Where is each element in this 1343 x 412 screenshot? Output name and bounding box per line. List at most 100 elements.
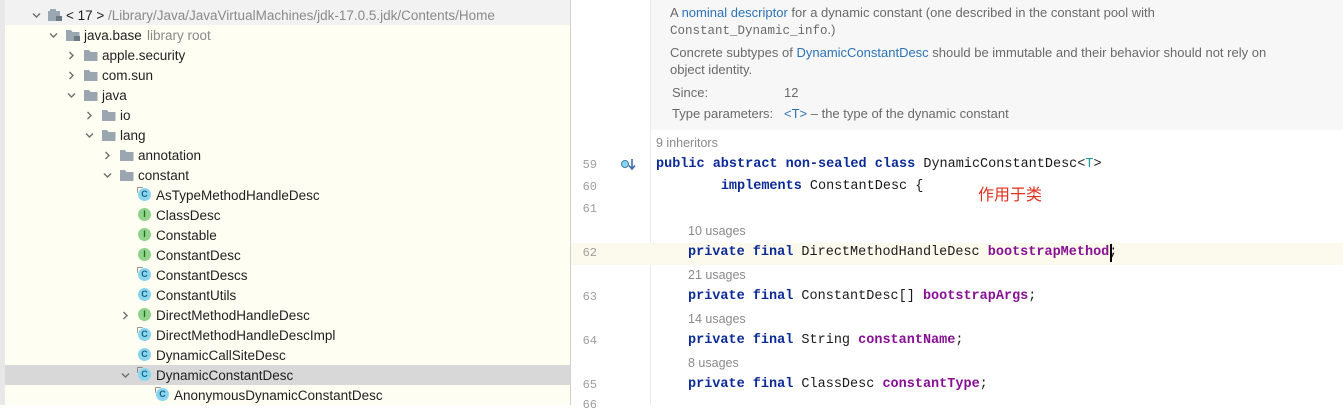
javadoc-line: Concrete subtypes of DynamicConstantDesc… — [670, 45, 1266, 60]
handwritten-annotation: 作用于类 — [978, 187, 1043, 204]
tree-item-class[interactable]: C AsTypeMethodHandleDesc — [5, 185, 570, 205]
tree-item-package[interactable]: apple.security — [5, 45, 570, 65]
tree-item-label: lang — [120, 127, 146, 143]
line-number: 63 — [582, 290, 597, 304]
tree-item-class[interactable]: C DynamicCallSiteDesc — [5, 345, 570, 365]
code-punct: ; — [979, 377, 988, 392]
code-type: ClassDesc — [793, 377, 883, 392]
code-line-64[interactable]: private final String constantName; — [688, 333, 963, 348]
code-type: String — [793, 333, 859, 348]
tree-item-class[interactable]: C ConstantDescs — [5, 265, 570, 285]
usages-hint[interactable]: 21 usages — [688, 268, 746, 282]
tree-item-label: java — [102, 87, 127, 103]
tree-item-java-base[interactable]: java.base library root — [5, 25, 570, 45]
chevron-right-icon[interactable] — [67, 51, 76, 60]
doc-link[interactable]: DynamicConstantDesc — [796, 45, 928, 60]
tree-item-interface[interactable]: I Constable — [5, 225, 570, 245]
code-punct: > — [1093, 157, 1102, 172]
doc-link[interactable]: nominal descriptor — [682, 5, 788, 20]
tree-item-package[interactable]: constant — [5, 165, 570, 185]
code-field: constantName — [858, 333, 956, 348]
tree-item-package[interactable]: com.sun — [5, 65, 570, 85]
tree-item-package[interactable]: io — [5, 105, 570, 125]
tree-item-label: Constable — [156, 227, 217, 243]
usages-hint[interactable]: 10 usages — [688, 224, 746, 238]
tree-item-package[interactable]: java — [5, 85, 570, 105]
chevron-down-icon[interactable] — [85, 131, 94, 140]
code-line-62[interactable]: private final DirectMethodHandleDesc boo… — [688, 245, 1117, 260]
line-number: 65 — [582, 378, 597, 392]
module-label: java.base — [84, 27, 142, 43]
code-line-65[interactable]: private final ClassDesc constantType; — [688, 377, 988, 392]
tree-item-label: AsTypeMethodHandleDesc — [156, 187, 320, 203]
tree-item-interface[interactable]: I DirectMethodHandleDesc — [5, 305, 570, 325]
usages-hint[interactable]: 14 usages — [688, 312, 746, 326]
chevron-down-icon[interactable] — [121, 371, 130, 380]
chevron-right-icon[interactable] — [103, 151, 112, 160]
code-line-63[interactable]: private final ConstantDesc[] bootstrapAr… — [688, 289, 1036, 304]
implementations-gutter-icon[interactable] — [620, 157, 638, 173]
chevron-right-icon[interactable] — [121, 311, 130, 320]
code-keyword: implements — [720, 179, 802, 194]
sdk-label: < 17 > — [66, 7, 105, 23]
tree-item-interface[interactable]: I ConstantDesc — [5, 245, 570, 265]
chevron-right-icon[interactable] — [85, 111, 94, 120]
module-hint: library root — [147, 27, 211, 43]
usages-hint[interactable]: 8 usages — [688, 356, 739, 370]
code-keyword: private final — [688, 289, 794, 304]
doc-type-params-label: Type parameters: — [672, 106, 774, 121]
chevron-down-icon[interactable] — [67, 91, 76, 100]
code-keyword: private final — [688, 377, 794, 392]
chevron-down-icon[interactable] — [103, 171, 112, 180]
chevron-down-icon[interactable] — [32, 11, 41, 20]
package-folder-icon — [83, 48, 99, 62]
tree-item-label: ConstantDescs — [156, 267, 248, 283]
tree-item-label: annotation — [138, 147, 202, 163]
code-identifier: ConstantDesc { — [801, 179, 924, 194]
tree-item-label: ClassDesc — [156, 207, 221, 223]
line-number: 66 — [582, 398, 597, 412]
package-folder-icon — [101, 108, 117, 122]
doc-since-value: 12 — [784, 85, 799, 100]
doc-text: .) — [827, 22, 836, 37]
doc-since-label: Since: — [672, 85, 709, 100]
code-punct: ; — [955, 333, 964, 348]
tree-item-class[interactable]: C ConstantUtils — [5, 285, 570, 305]
sdk-library-icon — [47, 8, 63, 22]
chevron-right-icon[interactable] — [67, 71, 76, 80]
code-punct: ; — [1028, 289, 1037, 304]
code-keyword: private final — [688, 245, 794, 260]
class-icon: C — [138, 348, 151, 361]
interface-icon: I — [138, 208, 151, 221]
tree-item-package[interactable]: annotation — [5, 145, 570, 165]
line-number: 61 — [582, 202, 597, 216]
code-line-60[interactable]: implements ConstantDesc { — [656, 179, 924, 194]
doc-text: should be immutable and their behavior s… — [928, 45, 1267, 60]
abstract-class-icon: C — [137, 187, 151, 201]
text-caret — [1110, 244, 1112, 262]
tree-item-label: AnonymousDynamicConstantDesc — [174, 387, 383, 403]
package-folder-icon — [101, 128, 117, 142]
line-number: 60 — [582, 180, 597, 194]
doc-code: Constant_Dynamic_info — [670, 24, 828, 38]
tree-item-sdk[interactable]: < 17 > /Library/Java/JavaVirtualMachines… — [5, 5, 570, 25]
chevron-down-icon[interactable] — [49, 31, 58, 40]
sdk-path: /Library/Java/JavaVirtualMachines/jdk-17… — [108, 7, 495, 23]
line-number: 62 — [582, 246, 597, 260]
code-field: bootstrapArgs — [922, 289, 1029, 304]
tree-item-package[interactable]: lang — [5, 125, 570, 145]
tree-item-selected-class[interactable]: C DynamicConstantDesc — [5, 365, 570, 385]
package-folder-icon — [83, 88, 99, 102]
tree-item-class[interactable]: C DirectMethodHandleDescImpl — [5, 325, 570, 345]
tree-item-class[interactable]: C AnonymousDynamicConstantDesc — [5, 385, 570, 405]
tree-item-label: DirectMethodHandleDescImpl — [156, 327, 336, 343]
interface-icon: I — [138, 308, 151, 321]
doc-text: for a dynamic constant (one described in… — [787, 5, 1155, 20]
doc-text: – the type of the dynamic constant — [807, 106, 1009, 121]
tree-item-label: apple.security — [102, 47, 186, 63]
final-class-icon: C — [137, 267, 151, 281]
code-line-59[interactable]: public abstract non-sealed class Dynamic… — [656, 157, 1102, 172]
inheritors-hint[interactable]: 9 inheritors — [656, 136, 718, 150]
tree-item-interface[interactable]: I ClassDesc — [5, 205, 570, 225]
